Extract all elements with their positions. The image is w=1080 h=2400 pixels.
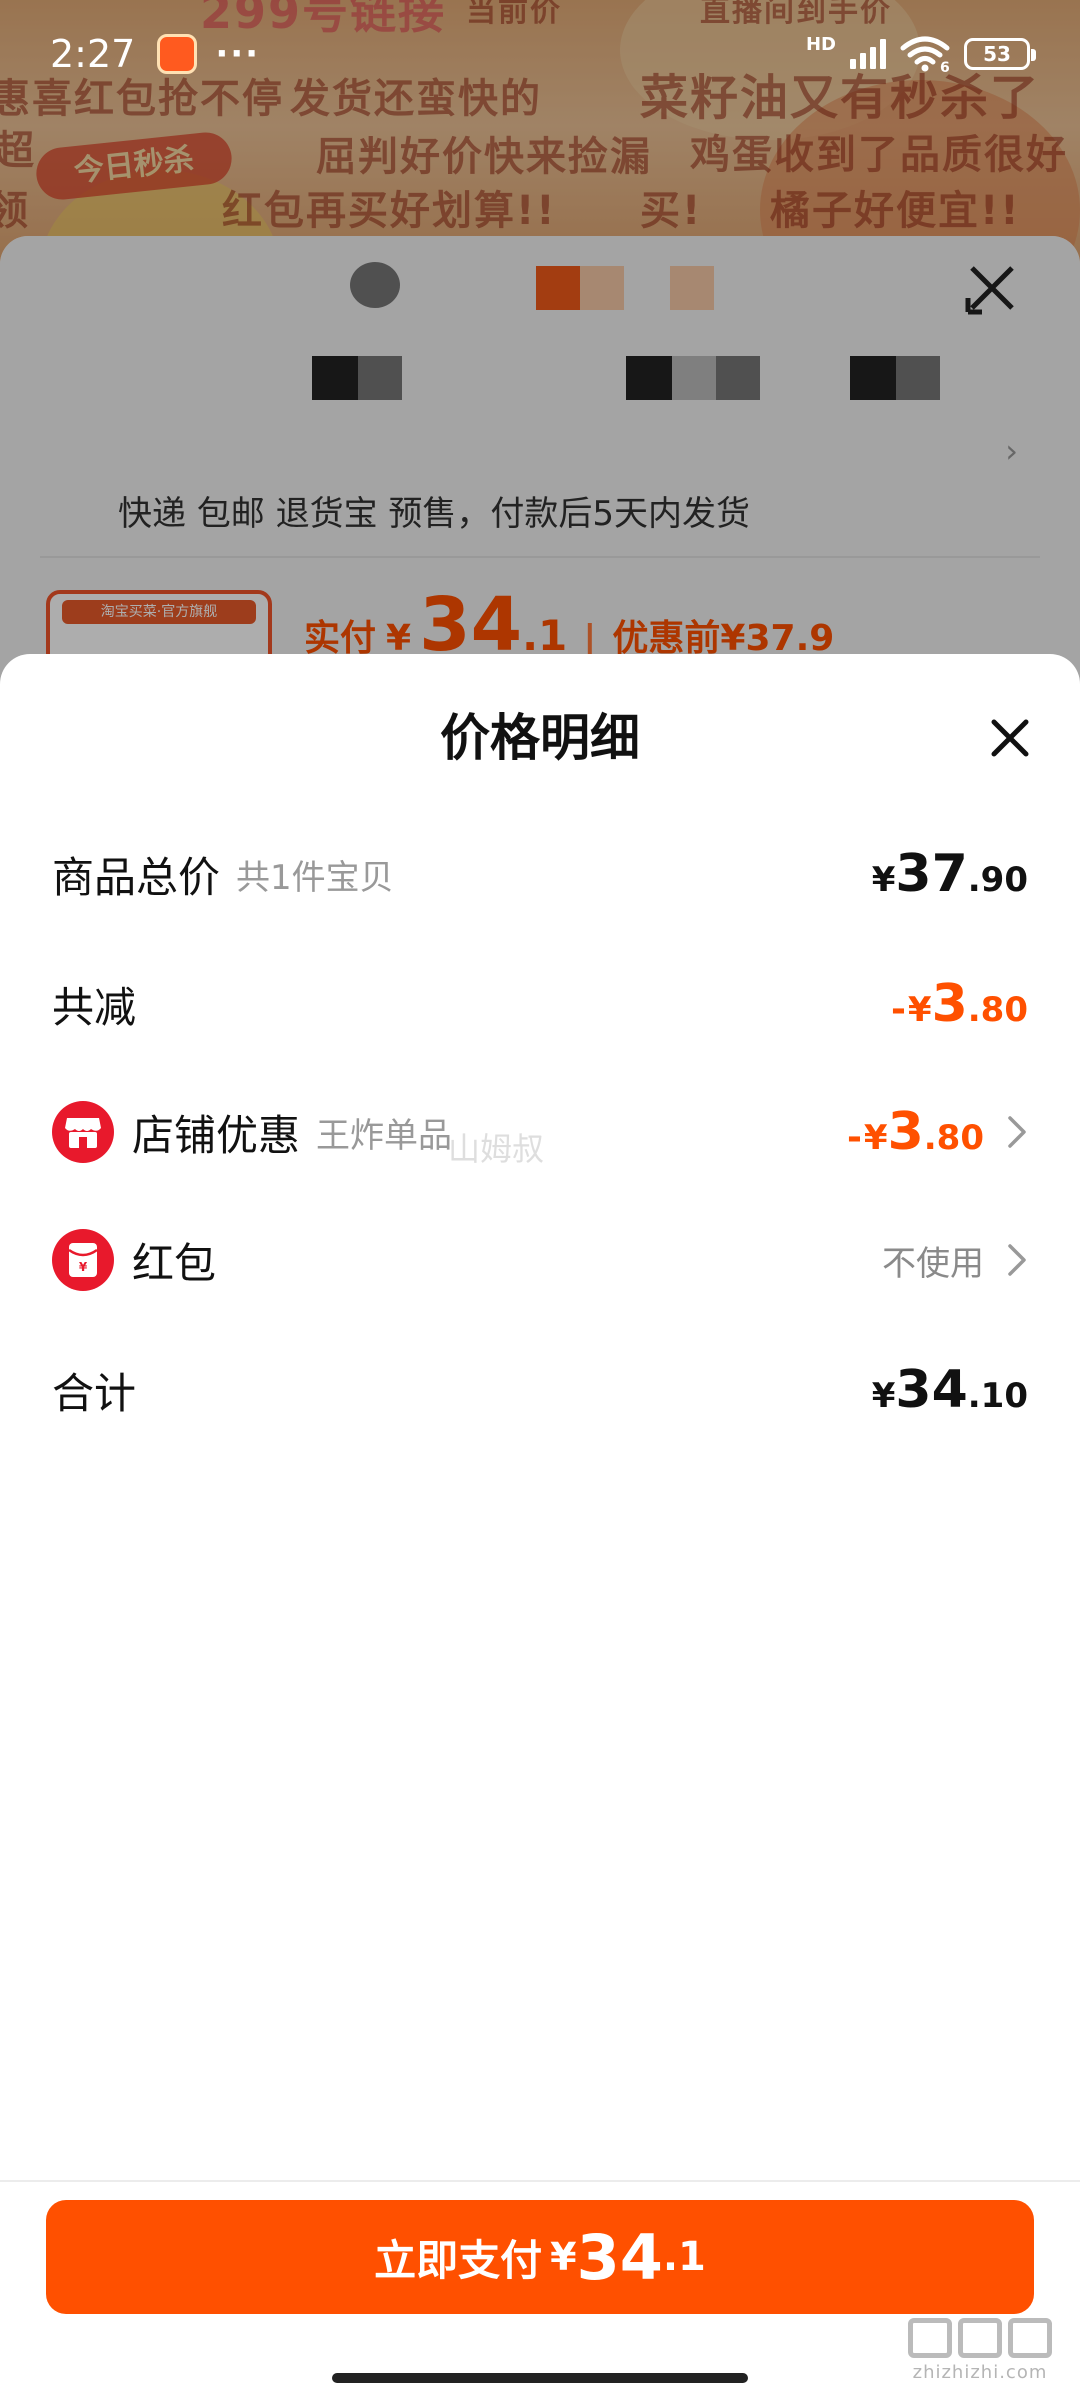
amount-sign: - [890,989,906,1030]
red-packet-label: 红包 [132,1238,217,1288]
red-packet-value: 不使用 [882,1243,984,1284]
pay-now-button[interactable]: 立即支付 ¥ 34 .1 [46,2200,1034,2314]
watermark-logo: zhizhizhi.com [908,2318,1052,2383]
watermark-glyph [908,2318,952,2358]
watermark-site: zhizhizhi.com [912,2362,1048,2383]
total-price-row: 商品总价 共1件宝贝 ¥ 37 .90 [0,814,1080,934]
divider [0,2180,1080,2182]
total-price-amount: ¥ 37 .90 [872,844,1028,904]
red-packet-row[interactable]: ¥ 红包 不使用 [0,1200,1080,1320]
watermark-glyphs [908,2318,1052,2358]
wifi-icon: 6 [900,36,950,72]
amount-currency: ¥ [871,860,896,900]
red-packet-icon: ¥ [52,1229,114,1291]
shop-discount-amount: - ¥ 3 .80 [847,1102,984,1162]
amount-currency: ¥ [863,1118,888,1158]
pay-button-integer: 34 [576,2220,663,2294]
battery-level: 53 [983,42,1011,66]
sum-label: 合计 [52,1368,137,1418]
pay-button-label: 立即支付 [374,2235,543,2285]
more-notifications-icon: ··· [215,34,261,74]
close-icon[interactable] [986,714,1034,762]
total-reduction-amount: - ¥ 3 .80 [891,974,1028,1034]
amount-sign: - [846,1117,862,1158]
signal-icon [850,39,886,69]
amount-integer: 37 [895,844,968,904]
status-time: 2:27 [50,32,136,76]
battery-icon: 53 [964,38,1036,70]
wifi-badge: 6 [940,60,950,72]
watermark-glyph [958,2318,1002,2358]
status-bar: 2:27 ··· HD 6 53 [0,0,1080,108]
pay-button-currency: ¥ [550,2235,577,2279]
sheet-title: 价格明细 [440,709,640,767]
chevron-right-icon [1008,1116,1026,1148]
amount-currency: ¥ [871,1376,896,1416]
watermark-glyph [1008,2318,1052,2358]
pay-button-decimal: .1 [662,2234,706,2280]
total-price-label: 商品总价 [52,852,221,902]
item-count-label: 共1件宝贝 [236,857,394,898]
amount-integer: 3 [887,1102,924,1162]
svg-text:¥: ¥ [79,1260,88,1274]
amount-integer: 34 [895,1360,968,1420]
home-indicator[interactable] [332,2373,748,2383]
total-reduction-label: 共减 [52,982,137,1032]
amount-integer: 3 [931,974,968,1034]
shop-discount-label: 店铺优惠 [132,1110,301,1160]
amount-decimal: .80 [967,990,1028,1030]
total-reduction-row: 共减 - ¥ 3 .80 [0,944,1080,1064]
amount-decimal: .80 [923,1118,984,1158]
store-icon [52,1101,114,1163]
amount-decimal: .10 [967,1376,1028,1416]
status-icons: HD 6 53 [805,33,1036,72]
order-confirm-sheet: › 快递 包邮 退货宝 预售，付款后5天内发货 淘宝买菜·官方旗舰 实付 ¥ 3… [0,236,1080,696]
sum-amount: ¥ 34 .10 [872,1360,1028,1420]
screen: 299号链接 当前价 直播间到手价 惠喜红包抢不停 发货还蛮快的 菜籽油又有秒杀… [0,0,1080,2400]
sheet-dim-overlay [0,236,1080,696]
amount-decimal: .90 [967,860,1028,900]
price-detail-sheet: 价格明细 商品总价 共1件宝贝 ¥ 37 .90 共减 - ¥ 3 .80 店铺… [0,654,1080,2400]
sum-row: 合计 ¥ 34 .10 [0,1330,1080,1450]
shop-discount-type: 王炸单品 [316,1115,453,1156]
chevron-right-icon [1008,1244,1026,1276]
hd-icon: HD [805,33,836,55]
watermark-text: 山姆叔 [448,1130,545,1168]
app-notification-icon [157,34,198,74]
amount-currency: ¥ [907,990,932,1030]
